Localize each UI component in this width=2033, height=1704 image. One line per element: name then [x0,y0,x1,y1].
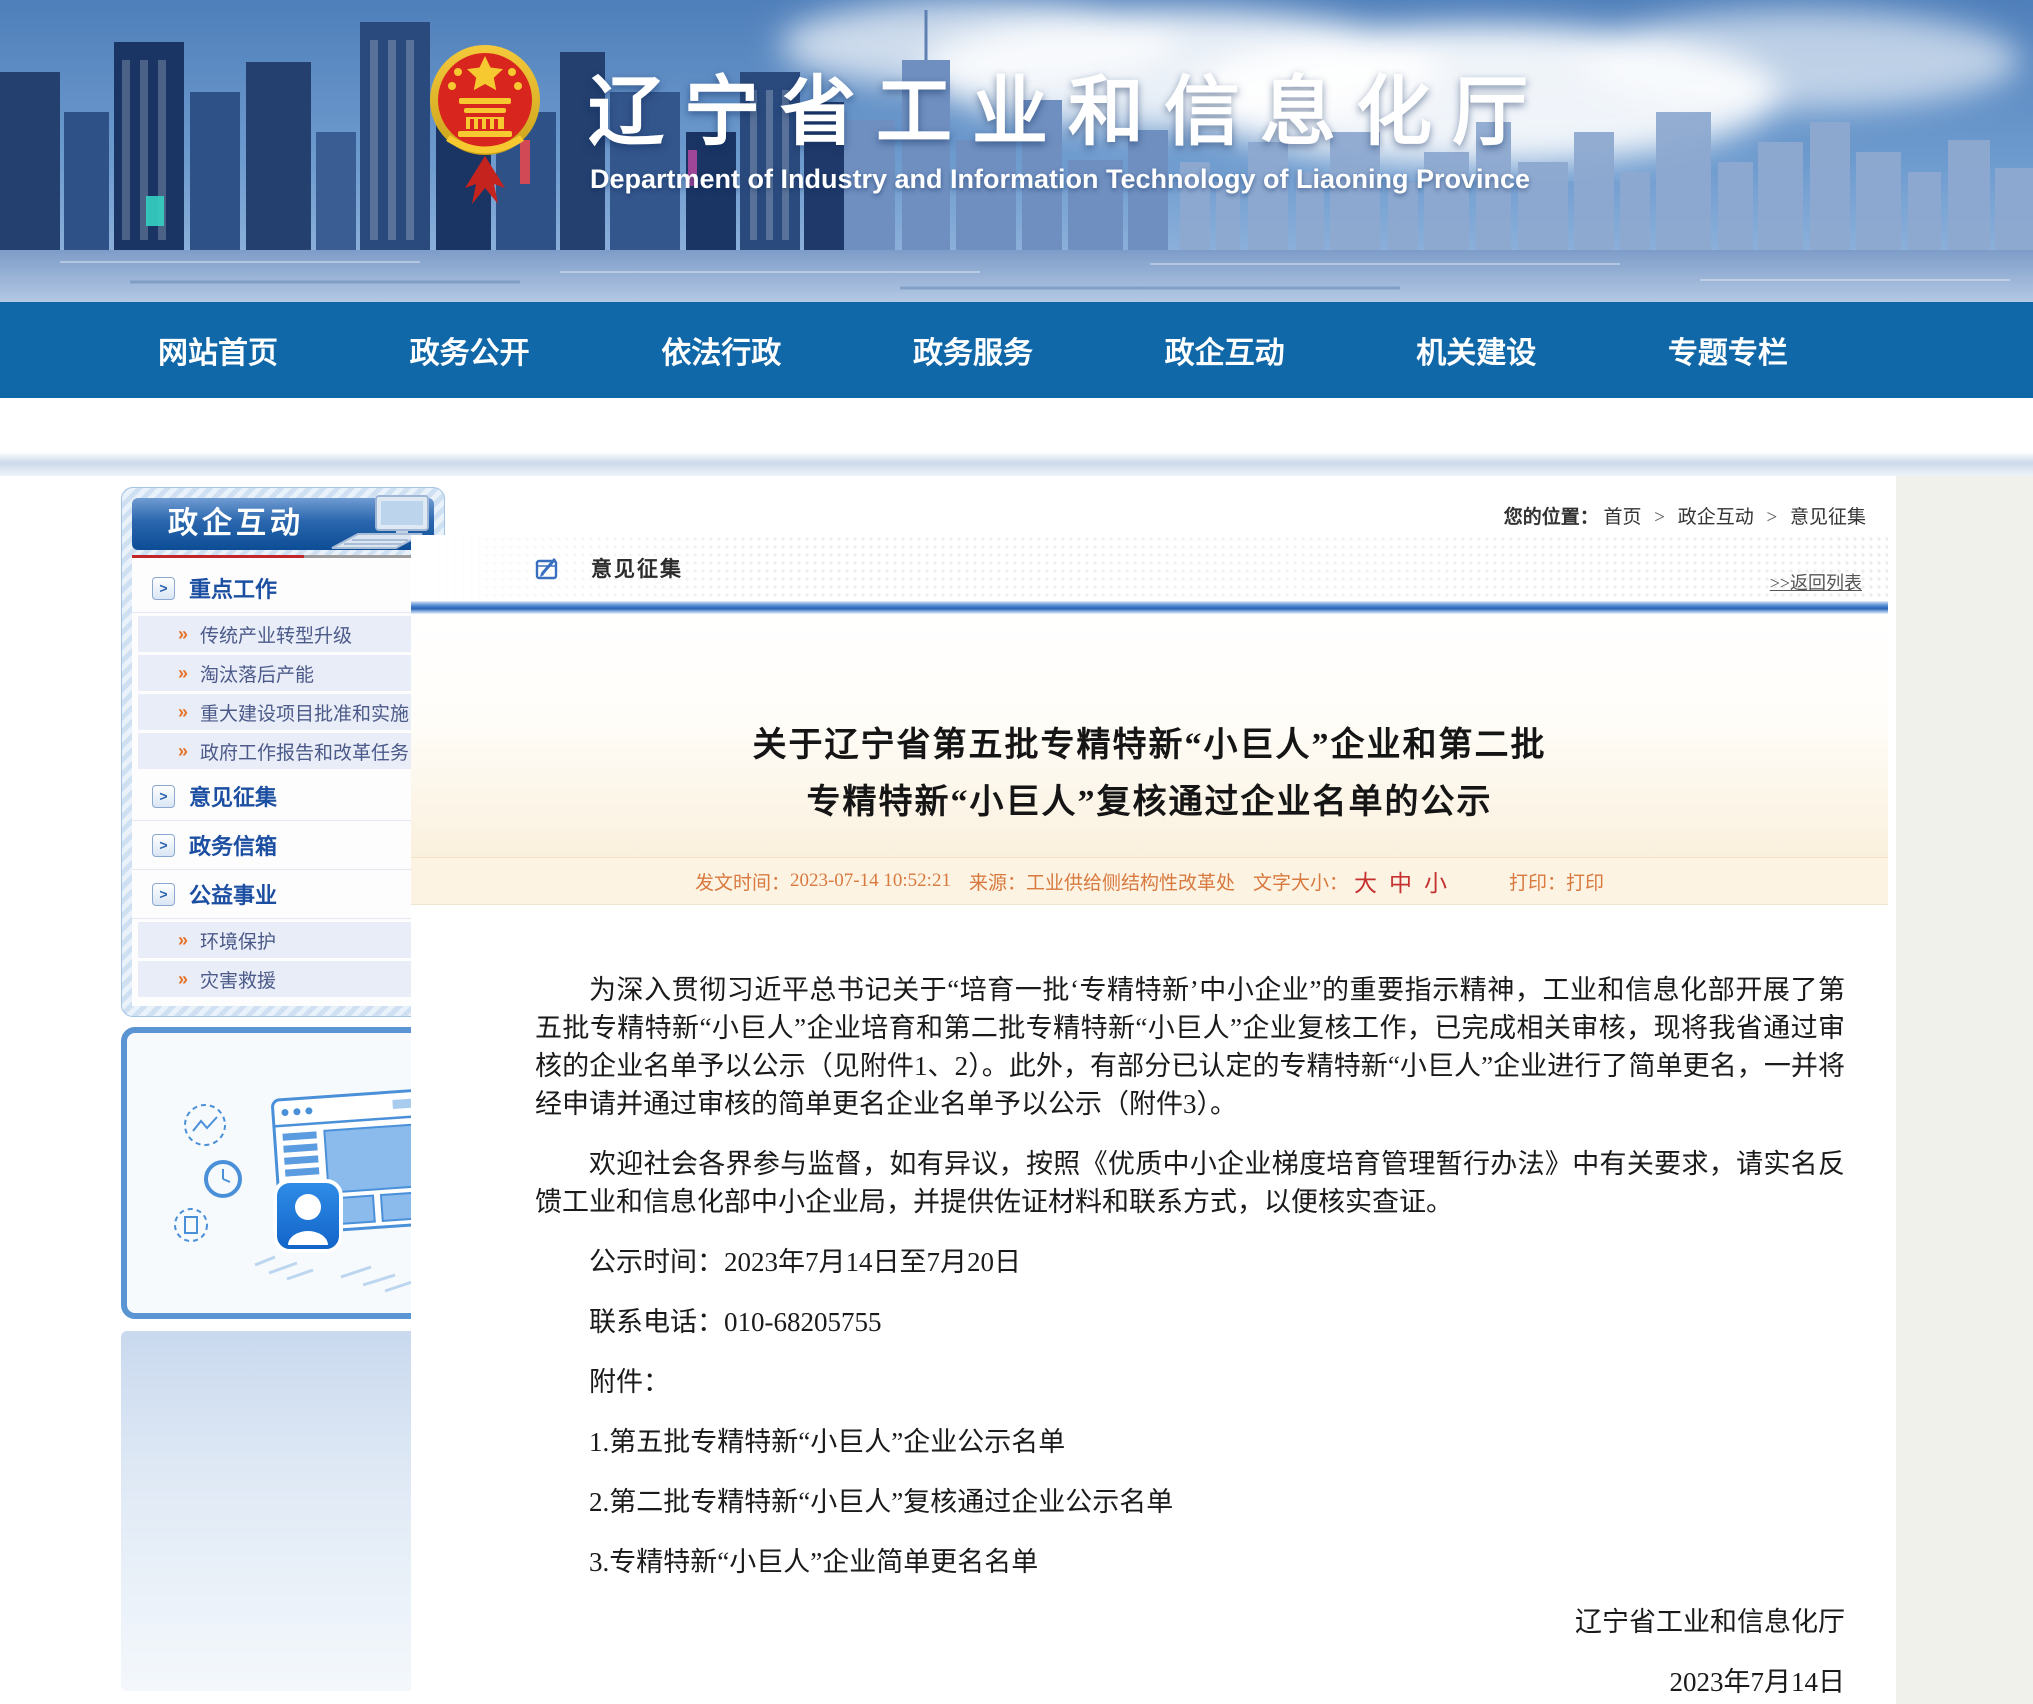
edit-icon [535,556,559,580]
fontsize-medium-button[interactable]: 中 [1389,864,1412,898]
online-service-illustration [127,1033,439,1313]
double-arrow-icon: » [178,702,188,723]
publish-time-value: 2023-07-14 10:52:21 [790,870,951,892]
breadcrumb-item-current[interactable]: 意见征集 [1790,507,1866,528]
article-title-line1: 关于辽宁省第五批专精特新“小巨人”企业和第二批 [411,717,1888,774]
attachment-link[interactable]: 2.第二批专精特新“小巨人”复核通过企业公示名单 [535,1483,1845,1521]
right-margin-strip [1896,476,2033,1704]
main-content: 意见征集 >>返回列表 关于辽宁省第五批专精特新“小巨人”企业和第二批 专精特新… [411,535,1888,1704]
back-to-list-link[interactable]: >>返回列表 [1770,569,1862,595]
attachments-label: 附件： [535,1363,1845,1401]
article-paragraph: 欢迎社会各界参与监督，如有异议，按照《优质中小企业梯度培育管理暂行办法》中有关要… [535,1145,1845,1221]
article-date: 2023年7月14日 [535,1663,1845,1701]
section-divider-bar [411,601,1888,614]
double-arrow-icon: » [178,624,188,645]
sidebar-illustration [121,1027,445,1319]
content-top-groove [0,452,2033,476]
print-button[interactable]: 打印 [1566,868,1604,895]
sidebar-sub-item[interactable]: » 传统产业转型升级 [138,616,428,652]
site-title: 辽宁省工业和信息化厅 [588,50,1548,160]
nav-items: 网站首页 政务公开 依法行政 政务服务 政企互动 机关建设 专题专栏 [158,302,1788,398]
chevron-right-icon: > [152,785,175,808]
sidebar-item-label: 淘汰落后产能 [200,660,314,687]
sidebar-header: 政企互动 [132,498,434,550]
publicity-period-line: 公示时间：2023年7月14日至7月20日 [535,1243,1845,1281]
sidebar-sub-item[interactable]: » 政府工作报告和改革任务 [138,733,428,769]
sidebar-menu: > 重点工作 » 传统产业转型升级 » 淘汰落后产能 » 重大建设项目批准和实施… [132,558,434,1006]
sidebar-item-label: 传统产业转型升级 [200,621,352,648]
sidebar-section-item[interactable]: > 意见征集 [132,772,434,821]
article-paragraph: 为深入贯彻习近平总书记关于“培育一批‘专精特新’中小企业”的重要指示精神，工业和… [535,971,1845,1123]
chevron-right-icon: > [152,577,175,600]
header-banner: 辽宁省工业和信息化厅 Department of Industry and In… [0,0,2033,302]
sidebar-item-label: 政务信箱 [189,829,277,861]
double-arrow-icon: » [178,741,188,762]
sidebar-item-label: 重点工作 [189,572,277,604]
breadcrumb: 您的位置： 首页 > 政企互动 > 意见征集 [411,502,1866,529]
breadcrumb-separator: > [1767,507,1778,528]
sidebar-item-label: 意见征集 [189,780,277,812]
nav-item-gov-service[interactable]: 政务服务 [913,328,1033,372]
sidebar-header-label: 政企互动 [168,507,304,540]
sidebar-sub-item[interactable]: » 淘汰落后产能 [138,655,428,691]
attachment-link[interactable]: 3.专精特新“小巨人”企业简单更名名单 [535,1543,1845,1581]
sidebar-item-label: 环境保护 [200,927,276,954]
breadcrumb-item-home[interactable]: 首页 [1604,507,1642,528]
sidebar-sub-item[interactable]: » 环境保护 [138,922,428,958]
article-body: 为深入贯彻习近平总书记关于“培育一批‘专精特新’中小企业”的重要指示精神，工业和… [411,905,1888,1701]
nav-item-agency-building[interactable]: 机关建设 [1416,328,1536,372]
fontsize-small-button[interactable]: 小 [1424,864,1447,898]
sidebar-sub-item[interactable]: » 灾害救援 [138,961,428,997]
nav-item-law-admin[interactable]: 依法行政 [661,328,781,372]
nav-item-gov-open[interactable]: 政务公开 [410,328,530,372]
double-arrow-icon: » [178,969,188,990]
sidebar-item-label: 灾害救援 [200,966,276,993]
double-arrow-icon: » [178,930,188,951]
sidebar-section-item[interactable]: > 政务信箱 [132,821,434,870]
contact-phone-line: 联系电话：010-68205755 [535,1303,1845,1341]
page: 辽宁省工业和信息化厅 Department of Industry and In… [0,0,2033,1704]
sidebar-section-item[interactable]: > 公益事业 [132,870,434,919]
sidebar-section-item[interactable]: > 重点工作 [132,564,434,613]
section-header: 意见征集 >>返回列表 [411,535,1888,601]
main-navbar: 网站首页 政务公开 依法行政 政务服务 政企互动 机关建设 专题专栏 [0,302,2033,398]
sidebar-sub-item[interactable]: » 重大建设项目批准和实施 [138,694,428,730]
article-title-line2: 专精特新“小巨人”复核通过企业名单的公示 [411,774,1888,831]
sidebar-menu-box: 政企互动 > 重点工作 » 传统产业转型升级 [121,487,445,1017]
attachment-link[interactable]: 1.第五批专精特新“小巨人”企业公示名单 [535,1423,1845,1461]
sidebar-bottom-strip [121,1331,445,1691]
section-title: 意见征集 [591,553,683,583]
article-signature: 辽宁省工业和信息化厅 [535,1603,1845,1641]
breadcrumb-separator: > [1654,507,1665,528]
nav-item-gov-enterprise[interactable]: 政企互动 [1165,328,1285,372]
sidebar: 政企互动 > 重点工作 » 传统产业转型升级 [121,487,445,1691]
sidebar-item-label: 公益事业 [189,878,277,910]
sidebar-item-label: 重大建设项目批准和实施 [200,699,409,726]
print-label: 打印： [1509,868,1566,895]
article-meta-bar: 发文时间： 2023-07-14 10:52:21 来源： 工业供给侧结构性改革… [411,857,1888,905]
publish-time-label: 发文时间： [695,868,790,895]
source-label: 来源： [969,868,1026,895]
national-emblem-icon [428,38,542,210]
source-value: 工业供给侧结构性改革处 [1026,868,1235,895]
chevron-right-icon: > [152,834,175,857]
double-arrow-icon: » [178,663,188,684]
fontsize-label: 文字大小： [1253,868,1348,895]
breadcrumb-item-gov-enterprise[interactable]: 政企互动 [1678,507,1754,528]
chevron-right-icon: > [152,883,175,906]
nav-item-special-columns[interactable]: 专题专栏 [1668,328,1788,372]
fontsize-large-button[interactable]: 大 [1354,864,1377,898]
sidebar-item-label: 政府工作报告和改革任务 [200,738,409,765]
nav-item-home[interactable]: 网站首页 [158,328,278,372]
breadcrumb-label: 您的位置： [1504,507,1599,528]
site-subtitle: Department of Industry and Information T… [590,164,1530,195]
article-title-band: 关于辽宁省第五批专精特新“小巨人”企业和第二批 专精特新“小巨人”复核通过企业名… [411,614,1888,857]
